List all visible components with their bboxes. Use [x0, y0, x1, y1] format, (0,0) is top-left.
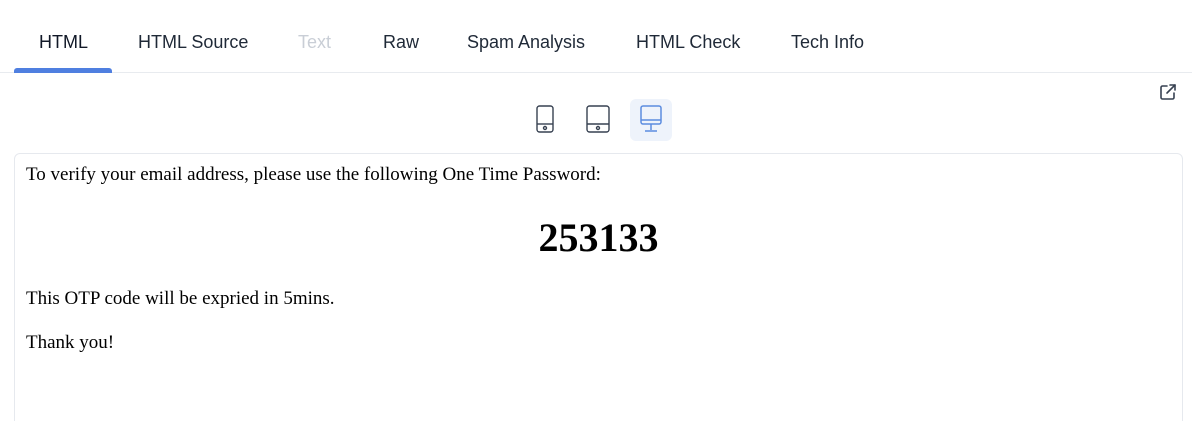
desktop-monitor-icon — [640, 105, 662, 132]
active-tab-indicator — [14, 68, 112, 73]
otp-code: 253133 — [538, 215, 659, 260]
mobile-phone-icon — [536, 105, 554, 133]
email-intro-text: To verify your email address, please use… — [26, 164, 601, 185]
tablet-icon — [586, 105, 610, 133]
device-preview-switcher — [0, 99, 1192, 141]
email-preview-frame: To verify your email address, please use… — [14, 153, 1183, 421]
tab-html-check[interactable]: HTML Check — [636, 0, 740, 73]
tab-spam-analysis[interactable]: Spam Analysis — [467, 0, 585, 73]
tab-bar: HTML HTML Source Text Raw Spam Analysis … — [0, 0, 1192, 73]
tab-text: Text — [298, 32, 332, 52]
tablet-view-button[interactable] — [577, 99, 619, 141]
tab-raw[interactable]: Raw — [383, 0, 419, 73]
mobile-view-button[interactable] — [524, 99, 566, 141]
tab-tech-info[interactable]: Tech Info — [791, 0, 864, 73]
desktop-view-button[interactable] — [630, 99, 672, 141]
email-expiry-text: This OTP code will be expried in 5mins. — [26, 288, 335, 309]
email-signoff-text: Thank you! — [26, 332, 115, 353]
tab-html-source[interactable]: HTML Source — [138, 0, 248, 73]
tab-html[interactable]: HTML — [39, 0, 88, 73]
